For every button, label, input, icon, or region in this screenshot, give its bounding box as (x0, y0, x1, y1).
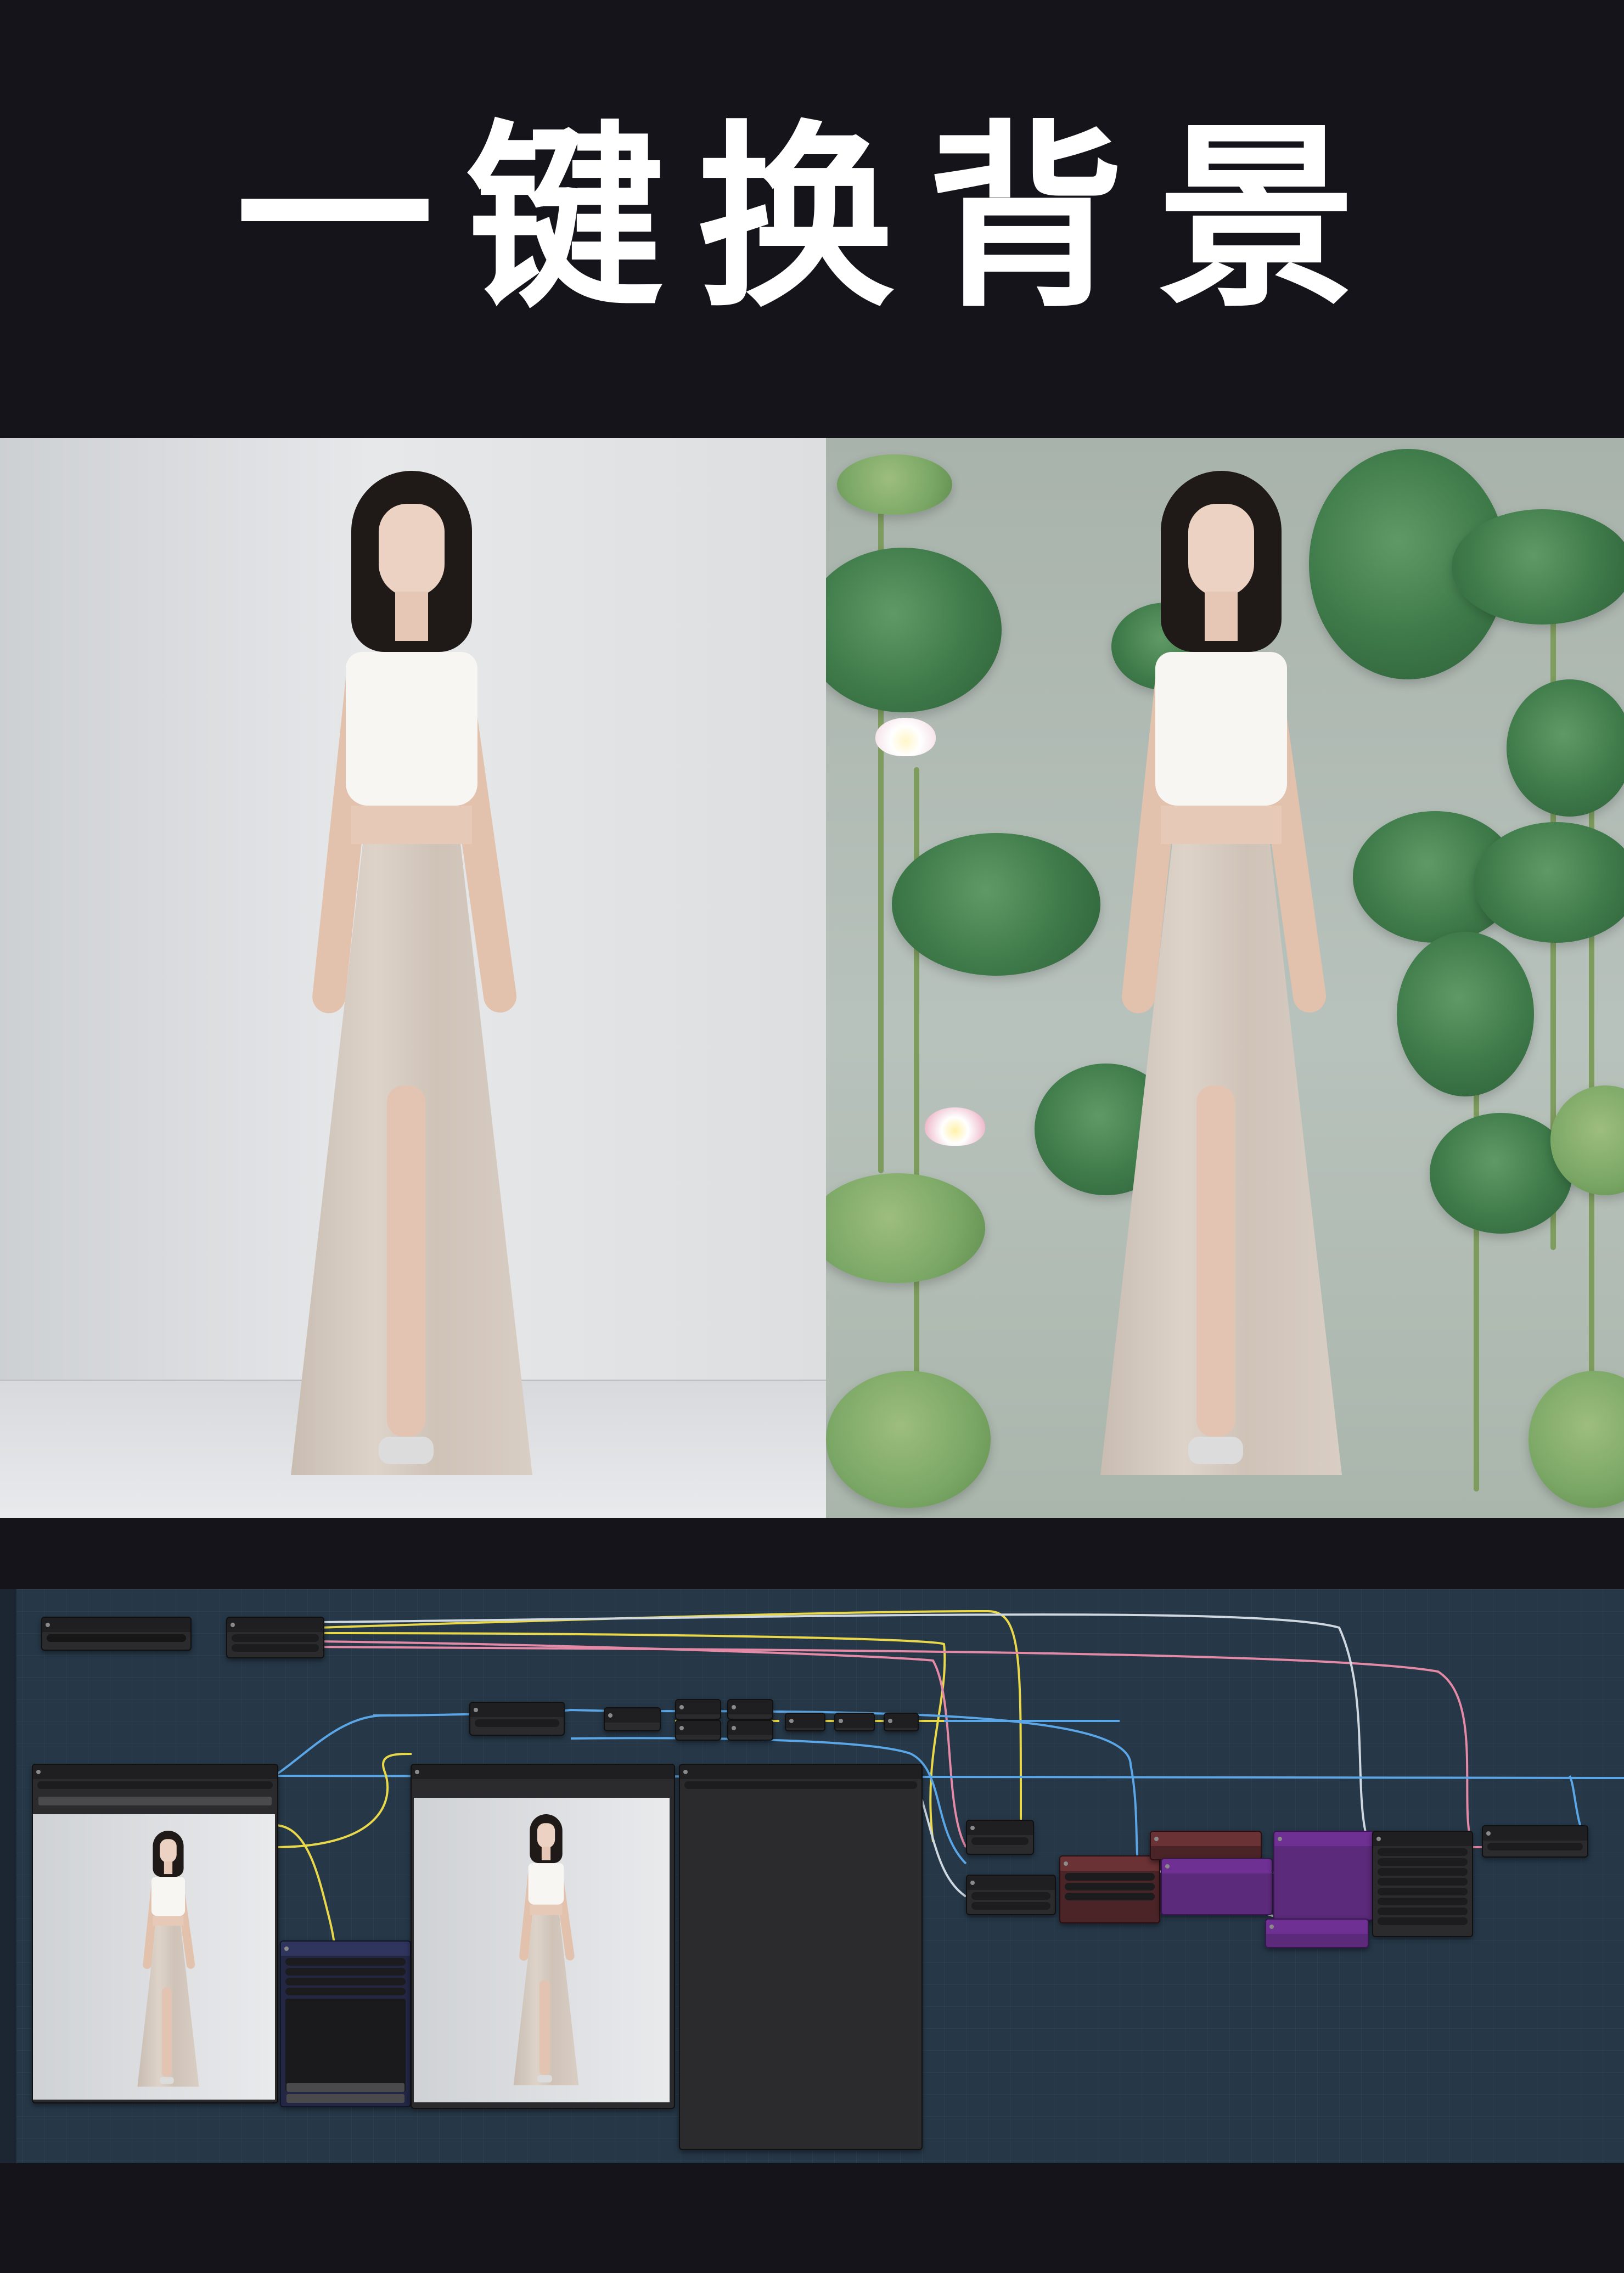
vae-encode-node[interactable] (966, 1820, 1034, 1855)
prompt-node-c[interactable] (675, 1720, 721, 1741)
node-title[interactable] (676, 1721, 720, 1735)
hero-title-banner: 一键换背景 (0, 0, 1624, 438)
model-figure (247, 471, 576, 1492)
choose-file-button[interactable] (38, 1797, 272, 1805)
bottom-bar (0, 2163, 1624, 2273)
save-image-node[interactable] (679, 1764, 923, 2150)
reroute-node-b[interactable] (834, 1713, 875, 1731)
image-resize-node[interactable] (469, 1702, 565, 1736)
after-photo (826, 438, 1624, 1518)
node-title[interactable] (728, 1700, 772, 1714)
input-image-preview (33, 1814, 275, 2100)
prompt-node-e[interactable] (727, 1720, 773, 1741)
positive-prompt-node[interactable] (1273, 1831, 1374, 1921)
hero-title: 一键换背景 (235, 104, 1389, 334)
node-title[interactable] (728, 1721, 772, 1735)
mask-preview (414, 1798, 670, 2102)
show-prompt-button[interactable] (286, 2083, 404, 2092)
node-title[interactable] (42, 1618, 190, 1632)
controlnet-apply-node[interactable] (966, 1875, 1056, 1915)
node-title[interactable] (676, 1700, 720, 1714)
before-photo (0, 438, 826, 1518)
lotus-flower-pink (914, 1102, 996, 1151)
node-title[interactable] (281, 1942, 410, 1956)
node-title[interactable] (1162, 1859, 1272, 1873)
node-title[interactable] (835, 1714, 874, 1728)
model-figure (1057, 471, 1386, 1492)
node-title[interactable] (1483, 1826, 1587, 1841)
inpaint-condition-node[interactable] (1161, 1858, 1273, 1915)
vae-decode-node[interactable] (1482, 1825, 1588, 1858)
load-image-node[interactable] (32, 1764, 278, 2103)
controlnet-loader-node[interactable] (1059, 1855, 1160, 1923)
lora-loader-node[interactable] (226, 1617, 324, 1658)
conditioning-combine-node[interactable] (1265, 1918, 1369, 1948)
node-title[interactable] (227, 1618, 323, 1632)
preview-image-node[interactable] (411, 1764, 675, 2109)
node-title[interactable] (1274, 1832, 1373, 1846)
node-workflow-canvas[interactable] (0, 1589, 1624, 2163)
wire (273, 1714, 385, 1777)
node-title[interactable] (1060, 1856, 1159, 1871)
node-title[interactable] (885, 1714, 918, 1728)
node-title[interactable] (967, 1876, 1055, 1890)
node-title[interactable] (967, 1821, 1033, 1835)
segment-prompt-node[interactable] (280, 1940, 411, 2107)
prompt-textarea[interactable] (285, 1999, 406, 2092)
lotus-flower (864, 712, 947, 762)
node-title[interactable] (605, 1708, 660, 1723)
ksampler-node[interactable] (1372, 1831, 1473, 1937)
prompt-node-b[interactable] (675, 1699, 721, 1720)
reroute-node-c[interactable] (884, 1713, 919, 1731)
node-title[interactable] (680, 1765, 921, 1779)
negative-prompt-node[interactable] (1150, 1831, 1262, 1860)
node-title[interactable] (412, 1765, 674, 1779)
checkpoint-loader-node[interactable] (41, 1617, 192, 1651)
prompt-node-a[interactable] (604, 1707, 661, 1731)
node-title[interactable] (1373, 1832, 1472, 1846)
node-title[interactable] (33, 1765, 277, 1779)
node-title[interactable] (786, 1714, 824, 1728)
node-title[interactable] (1151, 1832, 1261, 1846)
node-title[interactable] (470, 1703, 564, 1717)
prompt-node-d[interactable] (727, 1699, 773, 1720)
reroute-node-a[interactable] (785, 1713, 825, 1731)
show-authorization-button[interactable] (286, 2094, 404, 2103)
node-title[interactable] (1266, 1920, 1368, 1934)
